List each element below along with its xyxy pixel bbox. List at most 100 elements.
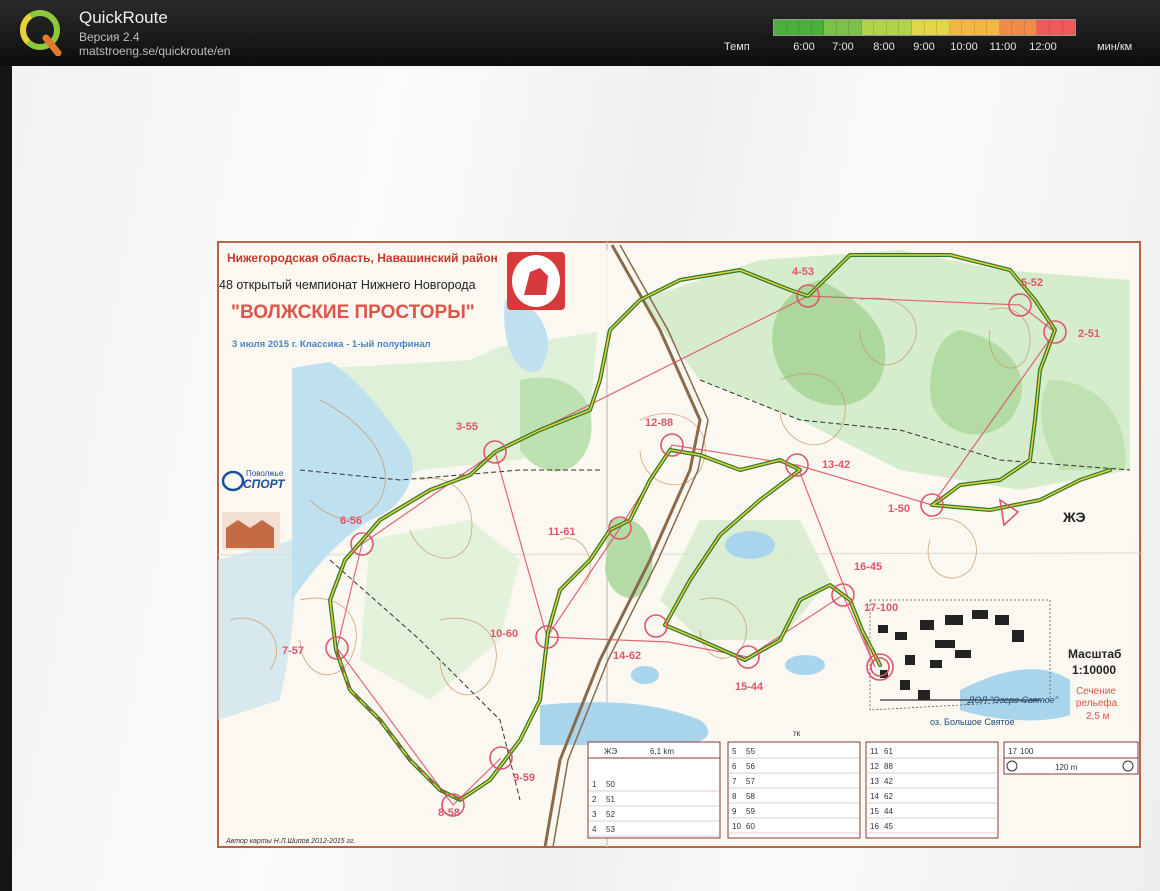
legend-control-code: 52 xyxy=(606,810,615,819)
control-label: 17-100 xyxy=(864,602,898,614)
svg-text:ЖЭ: ЖЭ xyxy=(604,747,617,756)
pace-color-segment xyxy=(1037,20,1051,35)
legend-control-number: 5 xyxy=(732,747,737,756)
legend-control-number: 4 xyxy=(592,825,597,834)
legend-control-number: 6 xyxy=(732,762,737,771)
svg-text:17: 17 xyxy=(1008,747,1017,756)
pace-tick-label: 12:00 xyxy=(1029,41,1057,53)
map-event-name: "ВОЛЖСКИЕ ПРОСТОРЫ" xyxy=(231,302,475,323)
control-label: 5-52 xyxy=(1021,277,1043,289)
building-emblem-icon xyxy=(222,512,280,550)
pace-tick-label: 7:00 xyxy=(832,41,854,53)
pace-color-segment xyxy=(861,20,875,35)
pace-color-segment xyxy=(824,20,837,35)
legend-control-number: 2 xyxy=(592,795,597,804)
app-title: QuickRoute xyxy=(79,8,168,27)
pace-color-segment xyxy=(999,20,1013,35)
legend-control-code: 53 xyxy=(606,825,615,834)
control-label: 2-51 xyxy=(1078,328,1100,340)
legend-control-code: 50 xyxy=(606,780,615,789)
legend-control-code: 60 xyxy=(746,822,755,831)
pace-tick-label: 8:00 xyxy=(873,41,895,53)
orienteering-map[interactable]: 1-50 2-51 3-55 4-53 5-52 6-56 7-57 8-58 … xyxy=(0,66,1160,891)
pace-color-segment xyxy=(1012,20,1025,35)
legend-control-code: 56 xyxy=(746,762,755,771)
pace-color-segment xyxy=(886,20,900,35)
control-label: 10-60 xyxy=(490,628,518,640)
map-region: Нижегородская область, Навашинский район xyxy=(227,251,498,265)
legend-control-number: 12 xyxy=(870,762,879,771)
control-label: 3-55 xyxy=(456,421,478,433)
pace-tick-labels: 6:00 7:00 8:00 9:00 10:00 11:00 12:00 xyxy=(773,41,1076,55)
pace-color-segment xyxy=(899,20,913,35)
pace-tick-label: 10:00 xyxy=(950,41,978,53)
legend-control-number: 16 xyxy=(870,822,879,831)
pace-color-segment xyxy=(974,20,988,35)
svg-text:120 m: 120 m xyxy=(1055,763,1078,772)
pace-color-segment xyxy=(786,20,800,35)
pace-color-segment xyxy=(1024,20,1038,35)
svg-text:1:10000: 1:10000 xyxy=(1072,663,1116,677)
map-viewport[interactable]: 1-50 2-51 3-55 4-53 5-52 6-56 7-57 8-58 … xyxy=(0,66,1160,891)
legend-control-code: 42 xyxy=(884,777,893,786)
svg-text:6,1 km: 6,1 km xyxy=(650,747,674,756)
legend-control-code: 55 xyxy=(746,747,755,756)
pace-color-segment xyxy=(1062,20,1076,35)
legend-control-code: 88 xyxy=(884,762,893,771)
legend-control-code: 45 xyxy=(884,822,893,831)
pace-unit: мин/км xyxy=(1097,41,1133,53)
pace-label: Темп xyxy=(724,41,750,53)
svg-text:рельефа: рельефа xyxy=(1076,697,1118,709)
control-label: 14-62 xyxy=(613,650,641,662)
legend-control-number: 1 xyxy=(592,780,597,789)
legend-control-code: 44 xyxy=(884,807,893,816)
control-label: 6-56 xyxy=(340,515,362,527)
svg-text:Сечение: Сечение xyxy=(1076,686,1116,697)
svg-text:оз. Большое Святое: оз. Большое Святое xyxy=(930,717,1015,727)
svg-text:тк: тк xyxy=(793,729,801,738)
pace-color-scale xyxy=(773,19,1076,36)
control-label: 15-44 xyxy=(735,681,764,693)
svg-text:ЖЭ: ЖЭ xyxy=(1062,509,1086,525)
legend-control-code: 51 xyxy=(606,795,615,804)
legend-control-number: 15 xyxy=(870,807,879,816)
svg-text:Масштаб: Масштаб xyxy=(1068,647,1121,661)
pace-color-segment xyxy=(811,20,825,35)
pace-color-segment xyxy=(949,20,963,35)
map-date-class: 3 июля 2015 г. Классика - 1-ый полуфинал xyxy=(232,339,431,350)
app-header: QuickRoute Версия 2.4 matstroeng.se/quic… xyxy=(0,0,1160,67)
svg-text:2,5 м: 2,5 м xyxy=(1086,711,1110,722)
app-url[interactable]: matstroeng.se/quickroute/en xyxy=(79,44,230,58)
pace-tick-label: 9:00 xyxy=(913,41,935,53)
app-version: Версия 2.4 xyxy=(79,30,140,44)
pace-tick-label: 6:00 xyxy=(793,41,815,53)
pace-color-segment xyxy=(836,20,850,35)
svg-text:100: 100 xyxy=(1020,747,1034,756)
legend-control-number: 14 xyxy=(870,792,879,801)
pace-color-segment xyxy=(1050,20,1063,35)
svg-text:ДОЛ "Озеро Святое": ДОЛ "Озеро Святое" xyxy=(967,695,1059,705)
legend-control-number: 13 xyxy=(870,777,879,786)
legend-control-number: 10 xyxy=(732,822,741,831)
legend-control-number: 9 xyxy=(732,807,737,816)
legend-control-code: 57 xyxy=(746,777,755,786)
pace-color-segment xyxy=(849,20,862,35)
control-label: 7-57 xyxy=(282,645,304,657)
svg-text:Автор карты Н.Л.Шипов 2012-201: Автор карты Н.Л.Шипов 2012-2015 гг. xyxy=(225,838,355,845)
legend-control-code: 62 xyxy=(884,792,893,801)
pace-color-segment xyxy=(962,20,975,35)
control-label: 9-59 xyxy=(513,772,535,784)
legend-control-code: 59 xyxy=(746,807,755,816)
legend-control-number: 7 xyxy=(732,777,737,786)
pace-tick-label: 11:00 xyxy=(989,41,1017,53)
map-championship: 48 открытый чемпионат Нижнего Новгорода xyxy=(219,278,476,292)
control-label: 4-53 xyxy=(792,266,814,278)
legend-control-number: 8 xyxy=(732,792,737,801)
control-label: 8-58 xyxy=(438,807,460,819)
control-label: 12-88 xyxy=(645,417,673,429)
control-label: 11-61 xyxy=(548,526,576,538)
legend-control-code: 61 xyxy=(884,747,893,756)
control-label: 1-50 xyxy=(888,503,910,515)
legend-control-code: 58 xyxy=(746,792,755,801)
pace-color-segment xyxy=(924,20,938,35)
